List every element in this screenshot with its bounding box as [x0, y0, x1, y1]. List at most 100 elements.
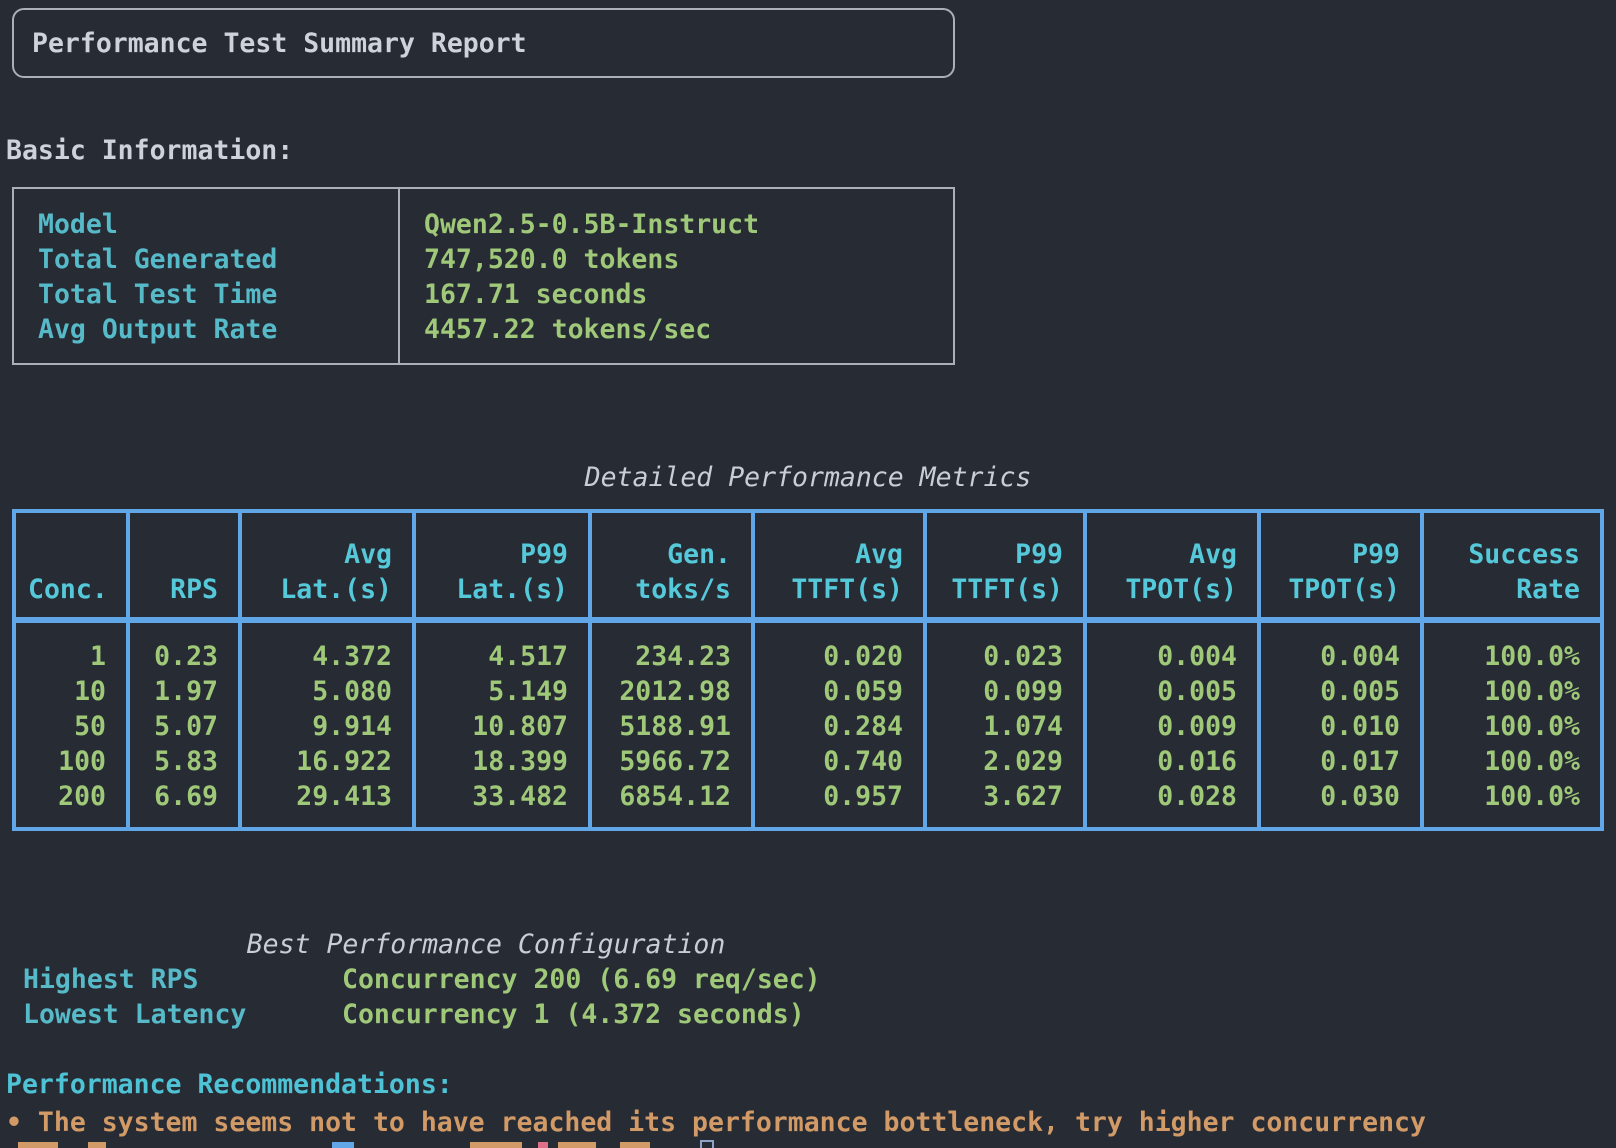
- metrics-header-line: P99: [1352, 537, 1400, 572]
- metrics-cell: 5966.72: [592, 744, 751, 779]
- metrics-cell: 100.0%: [1424, 674, 1600, 709]
- metrics-cell: 0.23: [130, 639, 238, 674]
- metrics-header-line: Avg: [855, 537, 903, 572]
- basic-info-rows: ModelQwen2.5-0.5B-InstructTotal Generate…: [14, 207, 953, 347]
- metrics-cell: 16.922: [242, 744, 412, 779]
- metrics-header-line: Rate: [1516, 572, 1580, 607]
- metrics-column: 4.5175.14910.80718.39933.482: [412, 623, 588, 827]
- metrics-header-cell: P99TPOT(s): [1257, 513, 1420, 617]
- metrics-cell: 0.028: [1087, 779, 1257, 814]
- metrics-header-line: Gen.: [667, 537, 731, 572]
- basic-info-label: Total Test Time: [14, 277, 398, 312]
- metrics-cell: 0.009: [1087, 709, 1257, 744]
- metrics-header-line: TPOT(s): [1288, 572, 1400, 607]
- metrics-column: 0.0040.0050.0100.0170.030: [1257, 623, 1420, 827]
- metrics-header-line: TTFT(s): [791, 572, 903, 607]
- metrics-cell: 200: [16, 779, 126, 814]
- metrics-cell: 0.023: [927, 639, 1083, 674]
- basic-info-label: Total Generated: [14, 242, 398, 277]
- metrics-header-line: Conc.: [28, 572, 108, 607]
- best-config-row: Highest RPS Concurrency 200 (6.69 req/se…: [23, 962, 821, 997]
- metrics-cell: 100: [16, 744, 126, 779]
- metrics-cell: 4.517: [416, 639, 588, 674]
- clipped-text-fragment: [332, 1142, 354, 1148]
- metrics-cell: 0.957: [755, 779, 923, 814]
- metrics-column: 4.3725.0809.91416.92229.413: [238, 623, 412, 827]
- metrics-cell: 0.005: [1087, 674, 1257, 709]
- metrics-cell: 100.0%: [1424, 744, 1600, 779]
- metrics-cell: 10: [16, 674, 126, 709]
- basic-info-row: Total Test Time167.71 seconds: [14, 277, 953, 312]
- metrics-column: 0.231.975.075.836.69: [126, 623, 238, 827]
- metrics-cell: 5.83: [130, 744, 238, 779]
- terminal-screen[interactable]: Performance Test Summary Report Basic In…: [0, 0, 1616, 1148]
- basic-info-heading: Basic Information:: [6, 133, 293, 168]
- metrics-cell: 100.0%: [1424, 709, 1600, 744]
- basic-info-row: Avg Output Rate4457.22 tokens/sec: [14, 312, 953, 347]
- metrics-cell: 1.074: [927, 709, 1083, 744]
- metrics-cell: 0.004: [1261, 639, 1420, 674]
- metrics-cell: 100.0%: [1424, 639, 1600, 674]
- recommendations-heading: Performance Recommendations:: [6, 1067, 453, 1102]
- metrics-header-cell: P99TTFT(s): [923, 513, 1083, 617]
- metrics-cell: 0.020: [755, 639, 923, 674]
- metrics-header-cell: P99Lat.(s): [412, 513, 588, 617]
- metrics-column: 0.0230.0991.0742.0293.627: [923, 623, 1083, 827]
- clipped-text-fragment: [88, 1142, 106, 1148]
- basic-info-row: ModelQwen2.5-0.5B-Instruct: [14, 207, 953, 242]
- basic-info-row: Total Generated747,520.0 tokens: [14, 242, 953, 277]
- report-title-panel: Performance Test Summary Report: [12, 8, 955, 78]
- metrics-header-cell: AvgTPOT(s): [1083, 513, 1257, 617]
- clipped-text-fragment: [538, 1142, 548, 1148]
- best-config-value: Concurrency 1 (4.372 seconds): [342, 997, 805, 1032]
- best-config-row: Lowest Latency Concurrency 1 (4.372 seco…: [23, 997, 805, 1032]
- basic-info-label: Avg Output Rate: [14, 312, 398, 347]
- best-config-label: Lowest Latency: [23, 997, 342, 1032]
- basic-info-value: 167.71 seconds: [398, 277, 647, 312]
- basic-info-value: 4457.22 tokens/sec: [398, 312, 711, 347]
- clipped-text-fragment: [558, 1142, 596, 1148]
- metrics-cell: 6.69: [130, 779, 238, 814]
- metrics-table: Conc.RPSAvgLat.(s)P99Lat.(s)Gen.toks/sAv…: [12, 509, 1604, 831]
- basic-info-value: 747,520.0 tokens: [398, 242, 679, 277]
- metrics-cell: 50: [16, 709, 126, 744]
- metrics-cell: 0.030: [1261, 779, 1420, 814]
- basic-info-label: Model: [14, 207, 398, 242]
- metrics-header-cell: Conc.: [16, 513, 126, 617]
- clipped-text-fragment: [18, 1142, 58, 1148]
- metrics-cell: 0.017: [1261, 744, 1420, 779]
- metrics-header-cell: SuccessRate: [1420, 513, 1600, 617]
- metrics-header-row: Conc.RPSAvgLat.(s)P99Lat.(s)Gen.toks/sAv…: [16, 513, 1600, 617]
- terminal-cursor: [700, 1140, 714, 1148]
- metrics-cell: 5.149: [416, 674, 588, 709]
- metrics-header-line: TPOT(s): [1125, 572, 1237, 607]
- metrics-cell: 6854.12: [592, 779, 751, 814]
- metrics-header-cell: Gen.toks/s: [588, 513, 751, 617]
- metrics-header-cell: AvgLat.(s): [238, 513, 412, 617]
- metrics-column: 100.0%100.0%100.0%100.0%100.0%: [1420, 623, 1600, 827]
- best-config-title: Best Performance Configuration: [12, 927, 960, 962]
- metrics-header-line: Avg: [1189, 537, 1237, 572]
- metrics-header-line: Success: [1468, 537, 1580, 572]
- metrics-cell: 5.07: [130, 709, 238, 744]
- metrics-cell: 0.740: [755, 744, 923, 779]
- metrics-cell: 9.914: [242, 709, 412, 744]
- metrics-cell: 2.029: [927, 744, 1083, 779]
- metrics-cell: 234.23: [592, 639, 751, 674]
- metrics-cell: 33.482: [416, 779, 588, 814]
- basic-info-value: Qwen2.5-0.5B-Instruct: [398, 207, 759, 242]
- metrics-header-line: toks/s: [635, 572, 731, 607]
- clipped-text-fragment: [620, 1142, 650, 1148]
- metrics-cell: 0.284: [755, 709, 923, 744]
- metrics-body: 110501002000.231.975.075.836.694.3725.08…: [16, 623, 1600, 827]
- metrics-column: 234.232012.985188.915966.726854.12: [588, 623, 751, 827]
- metrics-header-line: Lat.(s): [456, 572, 568, 607]
- metrics-column: 11050100200: [16, 623, 126, 827]
- metrics-header-line: Lat.(s): [280, 572, 392, 607]
- metrics-cell: 0.059: [755, 674, 923, 709]
- metrics-header-line: Avg: [344, 537, 392, 572]
- metrics-cell: 0.004: [1087, 639, 1257, 674]
- metrics-header-cell: RPS: [126, 513, 238, 617]
- metrics-cell: 4.372: [242, 639, 412, 674]
- metrics-cell: 0.010: [1261, 709, 1420, 744]
